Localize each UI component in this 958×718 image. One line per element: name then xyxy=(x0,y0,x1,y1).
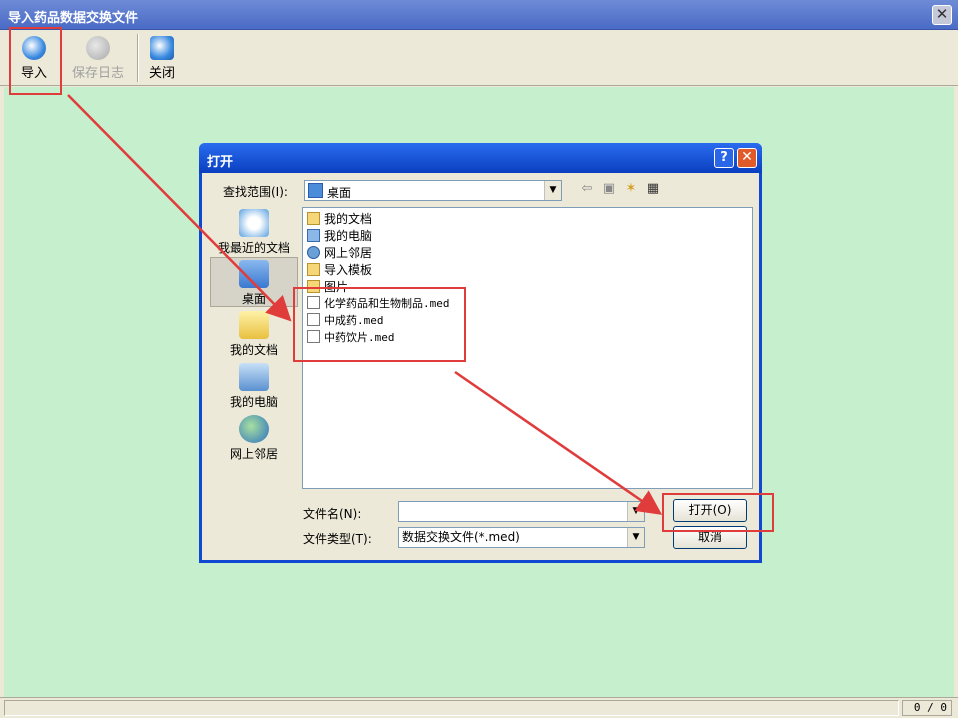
arrow-to-open xyxy=(454,370,663,515)
annotation-arrows xyxy=(67,94,663,515)
arrow-to-files xyxy=(67,94,292,322)
